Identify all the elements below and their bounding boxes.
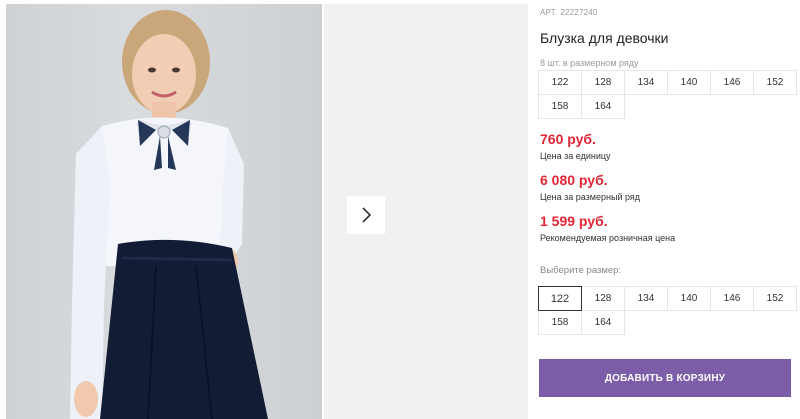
size-row-grid: 122 128 134 140 146 152 158 164: [538, 70, 797, 119]
size-option[interactable]: 146: [710, 286, 754, 311]
product-title: Блузка для девочки: [540, 30, 669, 46]
size-option[interactable]: 152: [753, 286, 797, 311]
article-label: АРТ.: [540, 8, 558, 17]
size-row-cell: 128: [581, 70, 625, 95]
product-photo-illustration: [70, 10, 268, 419]
product-gallery: [0, 0, 528, 419]
size-row-note: 8 шт. в размерном ряду: [540, 58, 639, 68]
article-value: 22227240: [560, 8, 598, 17]
size-option[interactable]: 134: [624, 286, 668, 311]
size-row-cell: 146: [710, 70, 754, 95]
size-row-cell: 140: [667, 70, 711, 95]
size-row-cell: 122: [538, 70, 582, 95]
product-info: АРТ. 22227240 Блузка для девочки 8 шт. в …: [538, 0, 800, 419]
article-number: АРТ. 22227240: [540, 8, 601, 17]
unit-price-label: Цена за единицу: [540, 151, 611, 161]
size-row-cell: 164: [581, 94, 625, 119]
size-option[interactable]: 158: [538, 310, 582, 335]
row-price-label: Цена за размерный ряд: [540, 192, 641, 202]
size-selector: 122 128 134 140 146 152 158 164: [538, 286, 797, 335]
product-photo: [6, 4, 322, 419]
size-row-cell: 152: [753, 70, 797, 95]
size-row-cell: 158: [538, 94, 582, 119]
next-image-button[interactable]: [347, 196, 385, 234]
retail-price-label: Рекомендуемая розничная цена: [540, 233, 676, 243]
unit-price: 760 руб.: [540, 131, 596, 147]
chevron-right-icon: [362, 207, 372, 223]
retail-price: 1 599 руб.: [540, 213, 608, 229]
choose-size-label: Выберите размер:: [540, 265, 622, 276]
size-option-selected[interactable]: 122: [538, 286, 582, 311]
size-row-cell: 134: [624, 70, 668, 95]
row-price: 6 080 руб.: [540, 172, 608, 188]
add-to-cart-button[interactable]: ДОБАВИТЬ В КОРЗИНУ: [539, 359, 791, 397]
size-option[interactable]: 128: [581, 286, 625, 311]
size-option[interactable]: 164: [581, 310, 625, 335]
size-option[interactable]: 140: [667, 286, 711, 311]
